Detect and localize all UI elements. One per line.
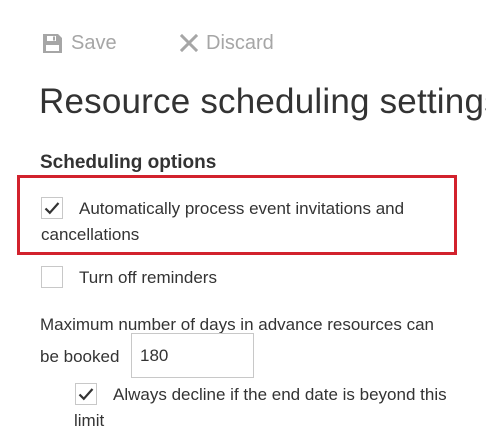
page-title: Resource scheduling settings (39, 82, 486, 121)
scheduling-options-heading: Scheduling options (40, 152, 217, 173)
discard-button[interactable]: Discard (180, 29, 274, 57)
always-decline-label: Always decline if the end date is beyond… (74, 385, 447, 430)
discard-label: Discard (206, 31, 274, 54)
save-button[interactable]: Save (42, 29, 117, 57)
floppy-disk-icon (42, 33, 63, 54)
max-days-label-line2: be booked (40, 347, 120, 366)
x-icon (180, 34, 198, 52)
max-days-label: Maximum number of days in advance resour… (40, 309, 480, 373)
max-days-input[interactable] (131, 333, 254, 378)
auto-process-label: Automatically process event invitations … (41, 199, 405, 244)
resource-scheduling-page: Save Discard Resource scheduling setting… (0, 0, 486, 442)
save-label: Save (71, 31, 117, 54)
turn-off-reminders-label: Turn off reminders (79, 268, 217, 287)
turn-off-reminders-checkbox[interactable] (41, 266, 63, 288)
max-days-label-line1: Maximum number of days in advance resour… (40, 315, 435, 334)
